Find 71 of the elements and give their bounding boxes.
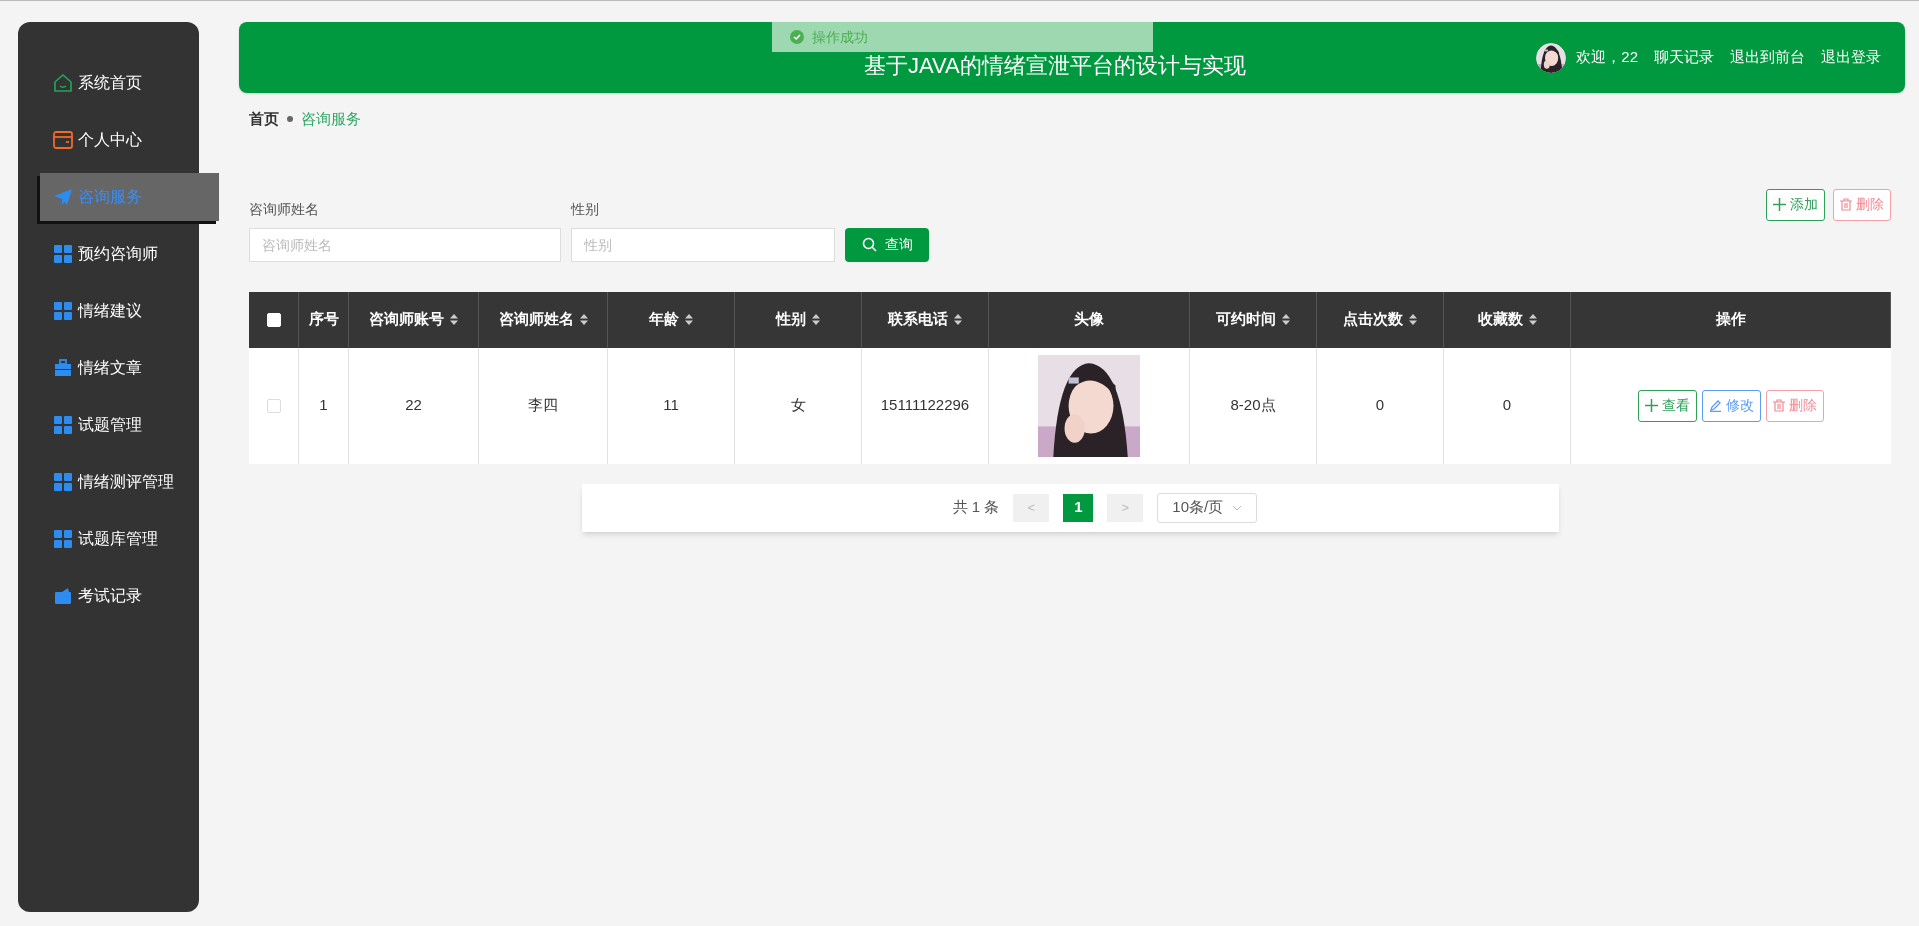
page-button[interactable]: 1 xyxy=(1063,493,1094,522)
plus-icon xyxy=(1773,198,1786,211)
header-link[interactable]: 退出登录 xyxy=(1821,46,1881,69)
header-link[interactable]: 退出到前台 xyxy=(1730,46,1805,69)
sidebar-item[interactable]: 情绪建议 xyxy=(18,286,199,335)
grid-icon xyxy=(52,301,74,320)
sort-icon[interactable] xyxy=(1282,314,1290,325)
sort-icon[interactable] xyxy=(579,314,588,325)
column-header[interactable]: 序号 xyxy=(299,291,349,348)
sort-icon[interactable] xyxy=(685,314,693,325)
sidebar-item[interactable]: 个人中心 xyxy=(18,115,199,164)
search-button[interactable]: 查询 xyxy=(845,227,929,262)
table-cell-text: 15111122296 xyxy=(880,395,970,416)
chevron-down-icon xyxy=(1232,504,1243,511)
trash-icon xyxy=(1840,198,1852,211)
sidebar-item[interactable]: 系统首页 xyxy=(18,58,199,107)
sidebar-item[interactable]: 预约咨询师 xyxy=(18,229,199,278)
input-field[interactable]: 咨询师姓名 xyxy=(249,227,561,262)
sort-icon[interactable] xyxy=(812,314,820,325)
briefcase-icon xyxy=(52,358,74,377)
grid-icon xyxy=(52,415,74,434)
column-header[interactable]: 联系电话 xyxy=(862,291,989,348)
paper-plane-icon xyxy=(52,187,74,206)
grid-icon xyxy=(52,529,74,548)
checkbox[interactable] xyxy=(266,398,281,413)
table-cell-text: 李四 xyxy=(528,395,558,416)
sidebar-item[interactable]: 试题管理 xyxy=(18,400,199,449)
breadcrumb-link[interactable]: 首页 xyxy=(249,108,279,131)
sidebar-item[interactable]: 考试记录 xyxy=(18,571,199,620)
sidebar-item[interactable]: 情绪测评管理 xyxy=(18,457,199,506)
table-cell-text: 0 xyxy=(1502,395,1512,416)
sidebar-item[interactable]: 试题库管理 xyxy=(18,514,199,563)
column-header[interactable]: 收藏数 xyxy=(1444,291,1571,348)
table-cell-text: 8-20点 xyxy=(1230,395,1276,416)
grid-icon xyxy=(52,472,74,491)
field-label: 性别 xyxy=(571,199,600,219)
total-count: 共 1 条 xyxy=(952,497,1000,518)
sort-icon[interactable] xyxy=(954,314,962,325)
sort-icon[interactable] xyxy=(450,314,458,325)
table-cell-text: 0 xyxy=(1375,395,1385,416)
pencil-icon xyxy=(1709,399,1722,412)
page-title: 基于JAVA的情绪宣泄平台的设计与实现 xyxy=(864,53,1246,79)
column-header[interactable]: 可约时间 xyxy=(1190,291,1317,348)
sort-icon[interactable] xyxy=(1528,314,1537,325)
sidebar-item[interactable]: 情绪文章 xyxy=(18,343,199,392)
page-size-select[interactable]: 10条/页 xyxy=(1157,492,1258,523)
header-link[interactable]: 聊天记录 xyxy=(1654,46,1714,69)
plus-icon xyxy=(1645,399,1658,412)
column-header[interactable]: 咨询师姓名 xyxy=(479,291,608,348)
view-button[interactable]: 查看 xyxy=(1638,389,1697,422)
input-field[interactable]: 性别 xyxy=(571,227,835,262)
table-cell-text: 1 xyxy=(319,395,328,416)
table-cell-text: 女 xyxy=(790,395,806,416)
toast-text: 操作成功 xyxy=(812,27,868,47)
table-cell-text: 11 xyxy=(663,395,679,416)
column-header[interactable]: 咨询师账号 xyxy=(349,291,479,348)
table-cell-text: 22 xyxy=(405,395,422,416)
welcome-text: 欢迎，22 xyxy=(1576,47,1638,68)
sort-icon[interactable] xyxy=(1409,314,1417,325)
add-button[interactable]: 添加 xyxy=(1766,188,1825,221)
column-header[interactable]: 年龄 xyxy=(608,291,735,348)
column-header[interactable]: 性别 xyxy=(735,291,862,348)
grid-icon xyxy=(52,244,74,263)
column-header[interactable]: 头像 xyxy=(989,291,1190,348)
home-icon xyxy=(52,72,74,93)
search-icon xyxy=(861,237,877,252)
column-header[interactable]: 操作 xyxy=(1571,291,1891,348)
check-circle-icon xyxy=(790,30,804,44)
trash-icon xyxy=(1773,399,1785,412)
column-header[interactable]: 点击次数 xyxy=(1317,291,1444,348)
field-label: 咨询师姓名 xyxy=(249,199,320,219)
